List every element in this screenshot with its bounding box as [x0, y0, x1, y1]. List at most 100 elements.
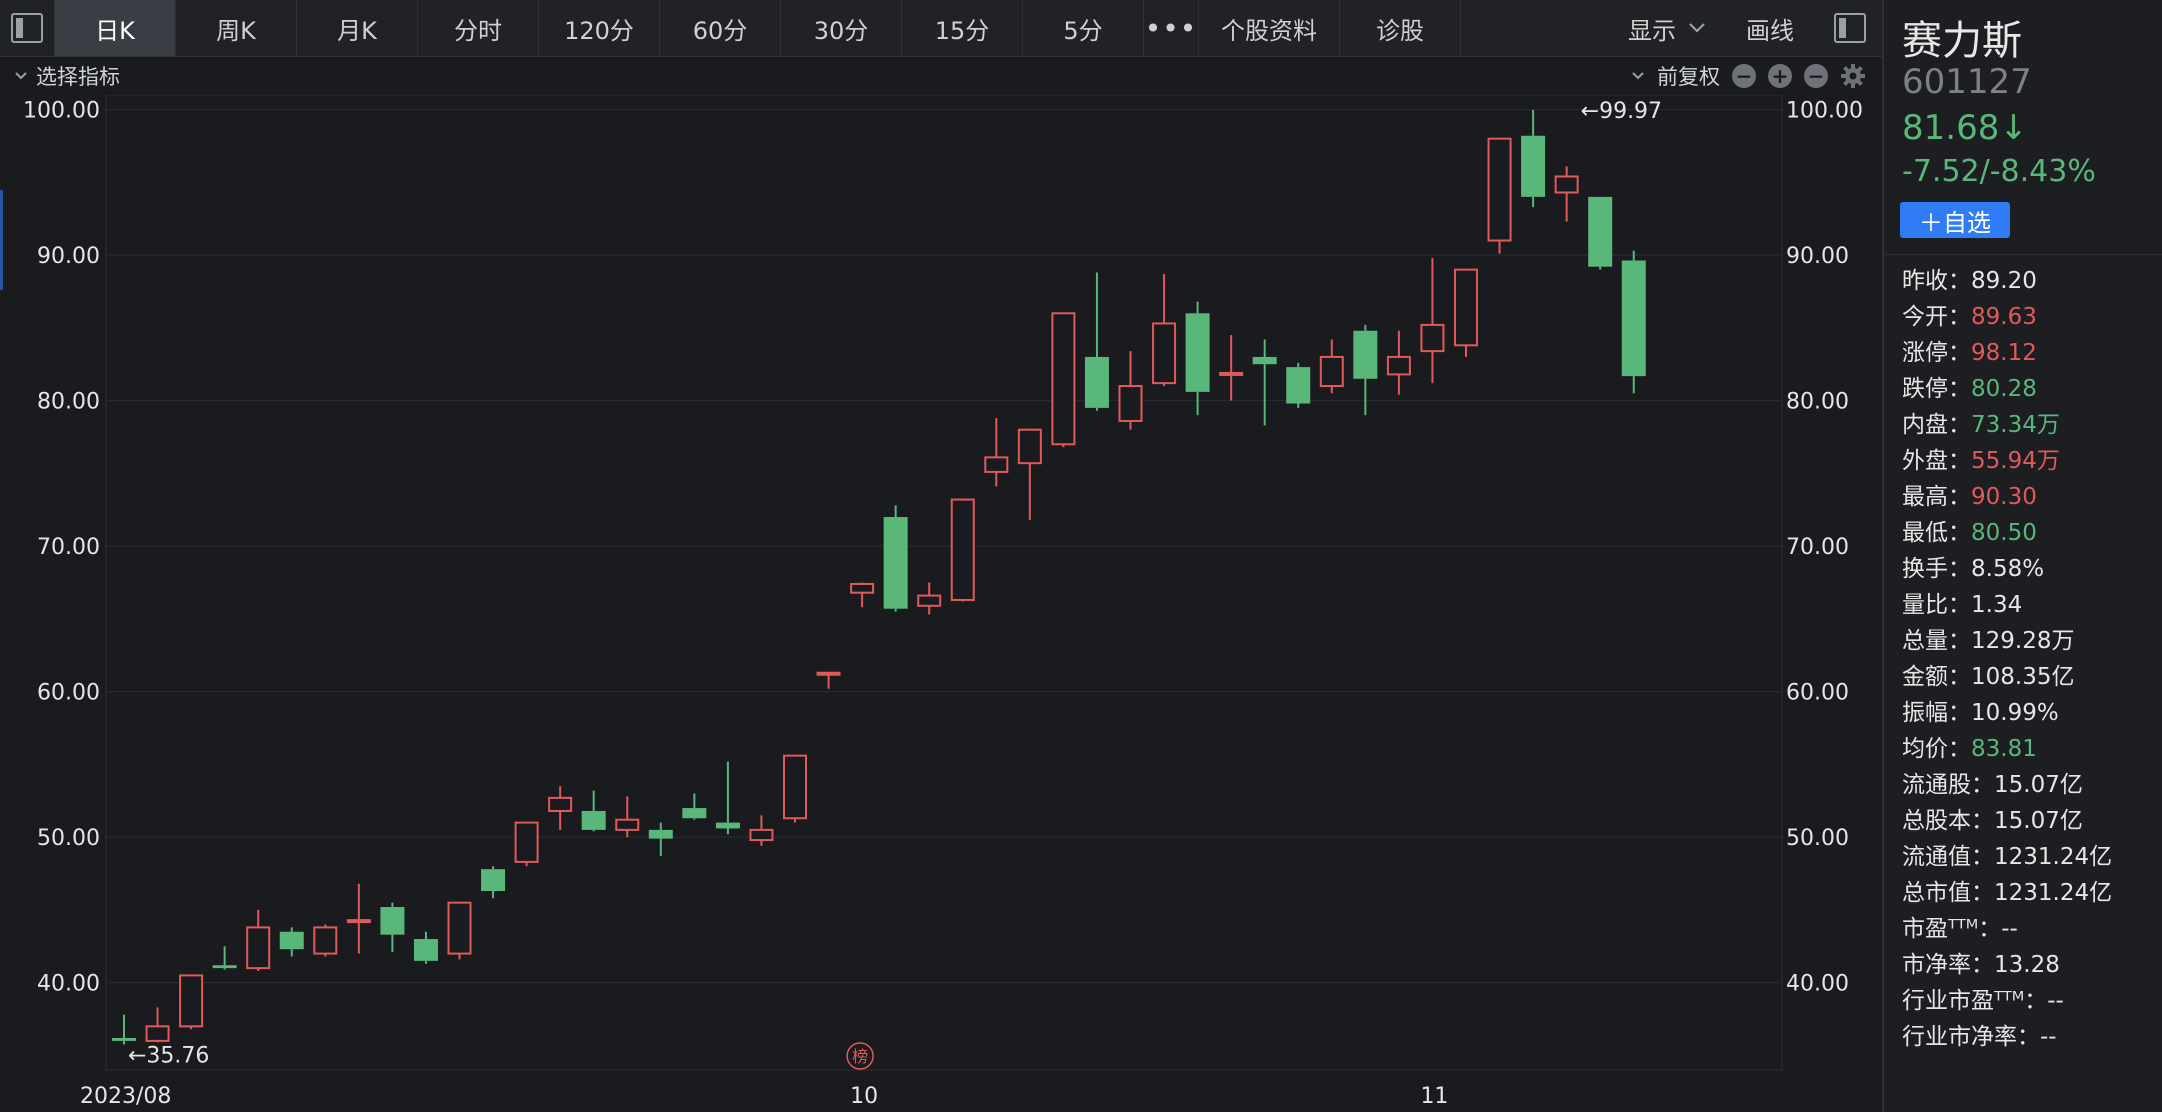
y-tick-label-left: 60.00 — [37, 681, 100, 706]
candle — [783, 754, 807, 823]
candle — [1219, 335, 1244, 401]
left-panel-toggle[interactable] — [0, 0, 55, 56]
stat-value: 8.58% — [1971, 556, 2045, 582]
right-panel-toggle-icon[interactable] — [1834, 13, 1866, 43]
candle-body-down — [1252, 356, 1277, 365]
candle — [212, 946, 237, 970]
gear-icon[interactable] — [1840, 63, 1866, 89]
candle-body-up — [1017, 428, 1042, 465]
tab-daily-k[interactable]: 日K — [55, 0, 176, 56]
more-periods-button[interactable]: ••• — [1144, 0, 1199, 56]
candle — [615, 796, 640, 838]
candle-body-up — [984, 456, 1009, 473]
stat-value: 89.63 — [1971, 304, 2037, 330]
candle-body-up — [783, 754, 807, 820]
adjust-mode-dropdown[interactable]: 前复权 — [1657, 61, 1720, 91]
stat-value: 15.07亿 — [1994, 772, 2083, 798]
period-toolbar: 日K 周K 月K 分时 120分 60分 30分 15分 5分 ••• 个股资料… — [0, 0, 1882, 57]
y-tick-label-left: 40.00 — [37, 972, 100, 997]
tab-60min[interactable]: 60分 — [660, 0, 781, 56]
stat-value: 80.50 — [1971, 520, 2037, 546]
stat-label: 流通值： — [1902, 844, 1994, 870]
x-tick-label: 11 — [1420, 1084, 1448, 1109]
tab-5min[interactable]: 5分 — [1023, 0, 1144, 56]
stock-name: 赛力斯 — [1902, 18, 2022, 64]
candle — [112, 1014, 136, 1045]
toolbar-right-group: 显示 画线 — [1628, 0, 1882, 56]
indicator-selector[interactable]: 选择指标 — [0, 61, 120, 91]
candle-body-down — [413, 939, 438, 961]
tab-30min[interactable]: 30分 — [781, 0, 902, 56]
stat-label: 总股本： — [1902, 808, 1994, 834]
stat-row: 均价：83.81 — [1902, 731, 2112, 767]
zoom-reset-icon[interactable]: − — [1732, 64, 1756, 88]
stat-value: 15.07亿 — [1994, 808, 2083, 834]
stat-label: 均价： — [1902, 736, 1971, 762]
candle-body-up — [850, 582, 875, 594]
candle — [648, 822, 673, 857]
chevron-down-icon — [1632, 72, 1644, 80]
stat-label: 流通股： — [1902, 772, 1994, 798]
candle — [749, 815, 774, 846]
stat-row: 流通股：15.07亿 — [1902, 767, 2112, 803]
candle-body-up — [246, 926, 271, 970]
candle-body-up — [548, 796, 573, 812]
candle — [950, 498, 975, 602]
candle — [1353, 324, 1378, 416]
candle-body-up — [1118, 385, 1143, 422]
candle-body-up — [917, 594, 942, 607]
candle-body-down — [481, 869, 506, 892]
stat-row: 最低：80.50 — [1902, 515, 2112, 551]
tab-15min[interactable]: 15分 — [902, 0, 1023, 56]
display-dropdown[interactable]: 显示 — [1628, 11, 1706, 46]
stat-row: 市净率：13.28 — [1902, 947, 2112, 983]
zoom-in-icon[interactable]: + — [1768, 64, 1792, 88]
candlestick-chart[interactable]: 100.00 100.00 90.00 90.00 80.00 80.00 70.00 70.… — [0, 95, 1882, 1112]
stat-value: 10.99% — [1971, 700, 2059, 726]
candle — [1554, 166, 1579, 222]
stat-row: 外盘：55.94万 — [1902, 443, 2112, 479]
candle — [1588, 196, 1613, 270]
candle — [246, 909, 271, 972]
stat-value: 129.28万 — [1971, 628, 2075, 654]
y-tick-label-right: 70.00 — [1786, 535, 1849, 560]
candle-body-down — [1353, 330, 1378, 379]
candle — [1185, 301, 1210, 416]
candle-body-up — [1420, 323, 1445, 353]
panel-toggle-icon — [11, 13, 43, 43]
stat-value: 108.35亿 — [1971, 664, 2075, 690]
tab-stock-profile[interactable]: 个股资料 — [1199, 0, 1340, 56]
candle-body-up — [447, 901, 472, 955]
candle — [1152, 273, 1177, 387]
zoom-out-icon[interactable]: − — [1804, 64, 1828, 88]
candle — [1084, 272, 1109, 411]
candle-body-up — [1319, 355, 1344, 388]
rank-badge-text: 榜 — [852, 1047, 868, 1066]
display-label: 显示 — [1628, 16, 1676, 45]
y-tick-label-right: 40.00 — [1786, 972, 1849, 997]
chevron-down-icon — [15, 72, 27, 80]
candle-body-up — [1454, 268, 1478, 347]
stat-value: 1231.24亿 — [1994, 844, 2113, 870]
stat-label: 市盈ᵀᵀᴹ： — [1902, 916, 2002, 942]
add-watchlist-button[interactable]: ＋自选 — [1900, 202, 2010, 238]
tab-monthly-k[interactable]: 月K — [297, 0, 418, 56]
stat-row: 总股本：15.07亿 — [1902, 803, 2112, 839]
stat-value: 1.34 — [1971, 592, 2023, 618]
stat-label: 总市值： — [1902, 880, 1994, 906]
stat-value: 89.20 — [1971, 268, 2037, 294]
y-tick-label-left: 50.00 — [37, 826, 100, 851]
candle-body-up — [1219, 371, 1244, 376]
tab-120min[interactable]: 120分 — [539, 0, 660, 56]
tab-stock-diagnosis[interactable]: 诊股 — [1340, 0, 1461, 56]
candle-body-down — [581, 810, 606, 830]
stat-row: 量比：1.34 — [1902, 587, 2112, 623]
max-price-label: ←99.97 — [1581, 99, 1662, 124]
candle-body-up — [1386, 355, 1411, 376]
candle-body-down — [112, 1037, 136, 1041]
stat-label: 总量： — [1902, 628, 1971, 654]
tab-weekly-k[interactable]: 周K — [176, 0, 297, 56]
y-tick-label-left: 100.00 — [23, 99, 100, 124]
tab-intraday[interactable]: 分时 — [418, 0, 539, 56]
draw-line-button[interactable]: 画线 — [1746, 11, 1794, 46]
